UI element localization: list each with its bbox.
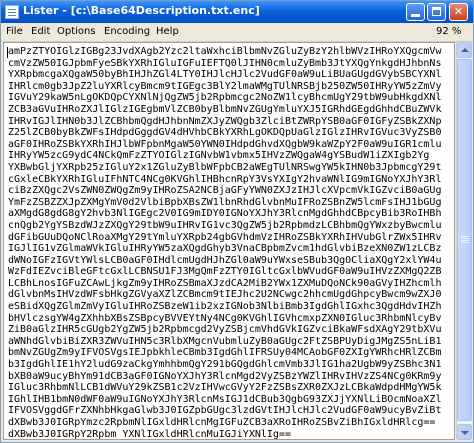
text-line: dXBwb3J0IGRpY2Rpbm_YXNlIGxldHRlcnMuIGJiY… bbox=[8, 428, 291, 440]
menu-help[interactable]: Help bbox=[156, 26, 179, 37]
maximize-icon bbox=[432, 7, 441, 16]
scroll-down-button[interactable] bbox=[457, 424, 472, 440]
scroll-up-button[interactable] bbox=[457, 42, 472, 58]
window-title: Lister - [c:\Base64Description.txt.enc] bbox=[23, 4, 260, 17]
text-line: amPzZTYOIGlzIGBg23JvdXAgb2Yzc2ltaWxhciBl… bbox=[8, 46, 442, 57]
menu-edit[interactable]: Edit bbox=[31, 26, 50, 37]
text-line: cnQgb2YgYSBzdWJzZXQgY29tbW9uIHRvIG1vc3Qg… bbox=[8, 219, 442, 231]
close-button[interactable]: ✕ bbox=[449, 3, 468, 21]
menu-bar: File Edit Options Encoding Help 92 % bbox=[1, 23, 473, 42]
text-line: aGF0IHRoZSBkYXRhIHJlbWFpbnMgaW50YWN0IHdp… bbox=[8, 138, 442, 150]
close-icon: ✕ bbox=[453, 5, 464, 18]
text-line: YmFzZSBZZXJpZXMgYmV0d2VlbiBpbXBsZW1lbnRh… bbox=[8, 196, 442, 208]
text-line: bmNvZGUgZm9yIFVOSVgsIEJpbkhleCBmb3IgdGhl… bbox=[8, 347, 442, 359]
menu-options[interactable]: Options bbox=[57, 26, 96, 37]
text-line: IGluc3RhbmNlLCB1dWVuY29kZSB1c2VzIHVwcGVy… bbox=[8, 382, 442, 394]
menu-file[interactable]: File bbox=[6, 26, 23, 37]
text-line: ciBzZXQgc2VsZWN0ZWQgZm9yIHRoZSA2NCBjaGFy… bbox=[8, 185, 442, 197]
vertical-scrollbar[interactable] bbox=[456, 42, 472, 440]
lister-window: Lister - [c:\Base64Description.txt.enc] … bbox=[0, 0, 474, 443]
text-line: ZCB3aGVuIHRoZXJlIGlzIGEgbmVlZCB0byBlbmNv… bbox=[8, 103, 442, 115]
text-line: dGlvbnMsIHVzdWFsbHkgZGVyaXZlZCBmcm9tIEJh… bbox=[8, 289, 442, 301]
text-line: Z25lZCB0byBkZWFsIHdpdGggdGV4dHVhbCBkYXRh… bbox=[8, 127, 442, 139]
text-line: dGFibGUuDQoNClRoaXMgY29tYmluYXRpb24gbGVh… bbox=[8, 231, 442, 243]
text-line: YXBwbGljYXRpb25zIGluY2x1ZGluZyBlbWFpbCB2… bbox=[8, 161, 442, 173]
text-line: LCBhLnosIGFuZCAwLjkgZm9yIHRoZSBmaXJzdCA2… bbox=[8, 277, 442, 289]
text-line: IGVuY29kaW5nLgOKDQpCYXNlNjQgZW5jb2Rpbmcg… bbox=[8, 92, 442, 104]
scroll-grip-icon bbox=[461, 236, 469, 237]
text-line: cGxleCBkYXRhIGluIFhNTC4NCg0KVGhlIHBhcnRp… bbox=[8, 173, 442, 185]
text-line: IHRyYW5zcG9ydC4NCkQmFzZTYOIGlzIGNvbW1vbm… bbox=[8, 150, 430, 162]
minimize-icon bbox=[411, 14, 420, 17]
lister-app-icon[interactable] bbox=[5, 5, 19, 19]
text-line: IHRvIGJlIHN0b3JlZCBhbmQgdHJhbnNmZXJyZWQg… bbox=[8, 115, 442, 127]
text-line: IGJlIG1vZGlmaWVkIGluIHRyYW5zaXQgdGhyb3Vn… bbox=[8, 243, 442, 255]
text-line: eSBidXQgZGlmZmVyIGluIHRoZSBzeW1ib2xzIGNo… bbox=[8, 301, 442, 313]
text-line: IGhlIHB1bmN0dWF0aW9uIGNoYXJhY3RlcnMsIGJ1… bbox=[8, 393, 442, 405]
text-line: cmVzZW50IGJpbmFyeSBkYXRhIGluIGFuIEFTQ0lJ… bbox=[8, 57, 442, 69]
text-line: bXB0aW9ucyBhYm91dCB3aGF0IGNoYXJhY3RlcnMg… bbox=[8, 370, 442, 382]
text-line: WzFdIEZvciBleGFtcGxlLCBNSU1FJ3MgQmFzZTY0… bbox=[8, 266, 442, 278]
text-line: YXRpbmcgaXQgaW50byBhIHJhZGl4LTY0IHJlcHJl… bbox=[8, 69, 442, 81]
text-line: dXBwb3J0IGRpYmzc2RpbmNlIGxldHRlcnMgIGFuZ… bbox=[8, 417, 436, 428]
text-line: b3IgdGhlIE1hY2ludG9zaCkgYmhhbmQgY291bGQg… bbox=[8, 359, 442, 371]
menu-encoding[interactable]: Encoding bbox=[104, 26, 150, 37]
text-line: aXMgdG8gdG8gY2hvb3NlIGEgc2V0IG9mIDY0IGNo… bbox=[8, 208, 442, 220]
title-bar[interactable]: Lister - [c:\Base64Description.txt.enc] … bbox=[1, 1, 473, 23]
text-line: IFVOSVggdGFrZXNhbHkgaGlwb3J0IGZpbGUgc3lz… bbox=[8, 405, 442, 417]
zoom-level: 92 % bbox=[436, 26, 462, 37]
minimize-button[interactable] bbox=[406, 3, 425, 21]
text-line: aWNhdGlvbiBiZXR3ZWVuIHN5c3RlbXMgcnVubmlu… bbox=[8, 335, 442, 347]
scroll-thumb[interactable] bbox=[457, 59, 472, 421]
text-view[interactable]: amPzZTYOIGlzIGBg23JvdXAgb2Yzc2ltaWxhciBl… bbox=[3, 42, 455, 440]
maximize-button[interactable] bbox=[427, 3, 446, 21]
text-content: amPzZTYOIGlzIGBg23JvdXAgb2Yzc2ltaWxhciBl… bbox=[8, 46, 442, 440]
text-line: dWNoIGFzIGVtYWlsLCB0aGF0IHdlcmUgdHJhZGl0… bbox=[8, 254, 442, 266]
text-line: bHVlczsgYW4gZXhhbXBsZSBpcyBVVEYtNy4NCg0K… bbox=[8, 312, 442, 324]
text-line: ZiB0aGlzIHR5cGUgb2YgZW5jb2Rpbmcgd2VyZSBj… bbox=[8, 324, 442, 336]
text-line: IHRlcm0gb3JpZ2luYXRlcyBmcm9tIGEgc3BlY2lm… bbox=[8, 80, 442, 92]
